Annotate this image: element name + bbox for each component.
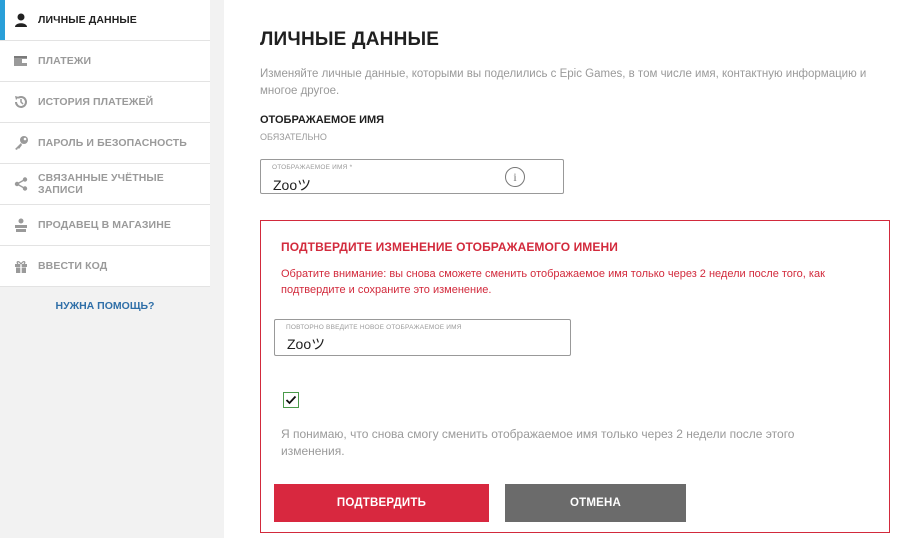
sidebar-item-store-seller[interactable]: ПРОДАВЕЦ В МАГАЗИНЕ [0,205,210,246]
help-link[interactable]: НУЖНА ПОМОЩЬ? [0,300,210,312]
sidebar-item-label: ПЛАТЕЖИ [38,55,92,67]
info-icon[interactable]: i [505,167,525,187]
sidebar-item-label: ПРОДАВЕЦ В МАГАЗИНЕ [38,219,171,231]
page-title: ЛИЧНЫЕ ДАННЫЕ [260,29,440,50]
wallet-icon [12,52,30,70]
display-name-field[interactable]: ОТОБРАЖАЕМОЕ ИМЯ * Zooツ i [260,159,564,194]
sidebar-nav: ЛИЧНЫЕ ДАННЫЕ ПЛАТЕЖИ ИСТОРИЯ ПЛАТЕЖЕЙ П… [0,0,210,287]
confirm-change-panel: ПОДТВЕРДИТЕ ИЗМЕНЕНИЕ ОТОБРАЖАЕМОГО ИМЕН… [260,220,890,533]
seller-icon [12,216,30,234]
gift-icon [12,257,30,275]
sidebar-item-label: ВВЕСТИ КОД [38,260,108,272]
sidebar-item-personal-data[interactable]: ЛИЧНЫЕ ДАННЫЕ [0,0,210,41]
sidebar-item-payments[interactable]: ПЛАТЕЖИ [0,41,210,82]
display-name-value[interactable]: Zooツ [273,175,311,195]
checkbox-label[interactable]: Я понимаю, что снова смогу сменить отобр… [281,426,861,460]
sidebar-item-label: ИСТОРИЯ ПЛАТЕЖЕЙ [38,96,154,108]
sidebar-item-linked-accounts[interactable]: СВЯЗАННЫЕ УЧЁТНЫЕ ЗАПИСИ [0,164,210,205]
confirm-button[interactable]: ПОДТВЕРДИТЬ [274,484,489,522]
share-icon [12,175,30,193]
check-icon [285,395,297,405]
main-content: ЛИЧНЫЕ ДАННЫЕ Изменяйте личные данные, к… [224,0,900,538]
sidebar-item-password-security[interactable]: ПАРОЛЬ И БЕЗОПАСНОСТЬ [0,123,210,164]
confirm-name-field-label: ПОВТОРНО ВВЕДИТЕ НОВОЕ ОТОБРАЖАЕМОЕ ИМЯ [286,324,462,331]
page-description: Изменяйте личные данные, которыми вы под… [260,68,867,97]
sidebar: ЛИЧНЫЕ ДАННЫЕ ПЛАТЕЖИ ИСТОРИЯ ПЛАТЕЖЕЙ П… [0,0,210,538]
required-note: ОБЯЗАТЕЛЬНО [260,132,327,142]
user-icon [12,11,30,29]
sidebar-item-label: СВЯЗАННЫЕ УЧЁТНЫЕ ЗАПИСИ [38,172,164,196]
confirm-warning: Обратите внимание: вы снова сможете смен… [281,268,825,296]
display-name-field-label: ОТОБРАЖАЕМОЕ ИМЯ * [272,164,353,171]
confirm-title: ПОДТВЕРДИТЕ ИЗМЕНЕНИЕ ОТОБРАЖАЕМОГО ИМЕН… [281,240,618,254]
sidebar-item-payment-history[interactable]: ИСТОРИЯ ПЛАТЕЖЕЙ [0,82,210,123]
cancel-button[interactable]: ОТМЕНА [505,484,686,522]
key-icon [12,134,30,152]
understand-checkbox[interactable] [283,392,299,408]
sidebar-item-redeem-code[interactable]: ВВЕСТИ КОД [0,246,210,287]
history-icon [12,93,30,111]
display-name-heading: ОТОБРАЖАЕМОЕ ИМЯ [260,114,385,126]
sidebar-item-label: ПАРОЛЬ И БЕЗОПАСНОСТЬ [38,137,187,149]
sidebar-item-label: ЛИЧНЫЕ ДАННЫЕ [38,14,137,26]
sidebar-gutter [210,0,224,538]
confirm-name-field[interactable]: ПОВТОРНО ВВЕДИТЕ НОВОЕ ОТОБРАЖАЕМОЕ ИМЯ … [274,319,571,356]
confirm-name-value[interactable]: Zooツ [287,334,325,354]
